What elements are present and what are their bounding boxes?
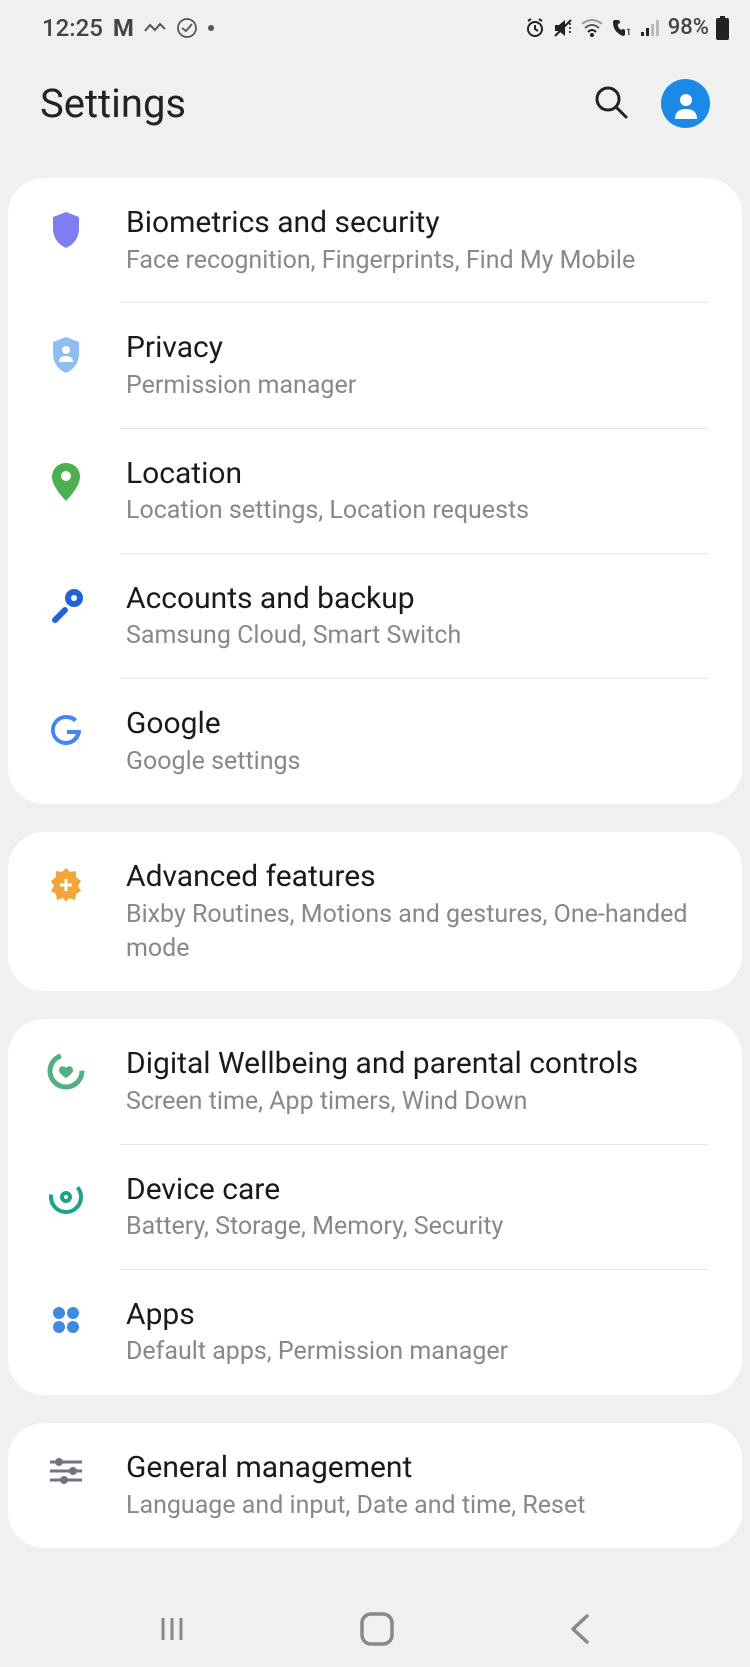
row-title: Accounts and backup xyxy=(126,580,708,618)
mute-icon xyxy=(552,17,574,39)
search-icon xyxy=(593,84,629,120)
row-subtitle: Language and input, Date and time, Reset xyxy=(126,1489,708,1523)
home-icon xyxy=(358,1610,396,1648)
person-icon xyxy=(671,89,701,119)
home-button[interactable] xyxy=(358,1610,396,1652)
key-icon xyxy=(42,580,90,626)
settings-group: Biometrics and security Face recognition… xyxy=(8,178,742,804)
back-icon xyxy=(565,1612,595,1646)
settings-row-accounts[interactable]: Accounts and backup Samsung Cloud, Smart… xyxy=(8,554,742,679)
row-subtitle: Face recognition, Fingerprints, Find My … xyxy=(126,244,708,278)
page-title: Settings xyxy=(40,80,186,127)
dot-icon xyxy=(208,25,214,31)
profile-button[interactable] xyxy=(661,79,710,128)
volte-icon: 1 xyxy=(610,17,634,39)
recents-button[interactable] xyxy=(155,1612,189,1650)
row-subtitle: Battery, Storage, Memory, Security xyxy=(126,1210,708,1244)
row-subtitle: Bixby Routines, Motions and gestures, On… xyxy=(126,898,708,966)
row-subtitle: Screen time, App timers, Wind Down xyxy=(126,1085,708,1119)
recents-icon xyxy=(155,1612,189,1646)
settings-row-google[interactable]: Google Google settings xyxy=(8,679,742,804)
status-right: 1 98% xyxy=(524,15,730,40)
settings-group: Digital Wellbeing and parental controls … xyxy=(8,1019,742,1395)
settings-group: Advanced features Bixby Routines, Motion… xyxy=(8,832,742,991)
header: Settings xyxy=(0,55,750,178)
row-title: Google xyxy=(126,705,708,743)
settings-row-location[interactable]: Location Location settings, Location req… xyxy=(8,429,742,554)
back-button[interactable] xyxy=(565,1612,595,1650)
signal-icon xyxy=(640,18,662,38)
google-icon xyxy=(42,705,90,749)
row-subtitle: Default apps, Permission manager xyxy=(126,1335,708,1369)
shield-icon xyxy=(42,204,90,250)
wellbeing-icon xyxy=(42,1045,90,1091)
gmail-icon: M xyxy=(113,14,134,42)
row-title: Location xyxy=(126,455,708,493)
settings-row-wellbeing[interactable]: Digital Wellbeing and parental controls … xyxy=(8,1019,742,1144)
settings-row-devicecare[interactable]: Device care Battery, Storage, Memory, Se… xyxy=(8,1145,742,1270)
settings-list[interactable]: Biometrics and security Face recognition… xyxy=(0,178,750,1548)
settings-row-privacy[interactable]: Privacy Permission manager xyxy=(8,303,742,428)
row-title: Biometrics and security xyxy=(126,204,708,242)
settings-row-apps[interactable]: Apps Default apps, Permission manager xyxy=(8,1270,742,1395)
search-button[interactable] xyxy=(593,84,629,124)
check-circle-icon xyxy=(176,17,198,39)
row-title: Device care xyxy=(126,1171,708,1209)
shield-user-icon xyxy=(42,329,90,375)
row-subtitle: Permission manager xyxy=(126,369,708,403)
settings-row-biometrics[interactable]: Biometrics and security Face recognition… xyxy=(8,178,742,303)
device-care-icon xyxy=(42,1171,90,1217)
sliders-icon xyxy=(42,1449,90,1487)
settings-row-general[interactable]: General management Language and input, D… xyxy=(8,1423,742,1548)
alarm-icon xyxy=(524,17,546,39)
apps-icon xyxy=(42,1296,90,1338)
status-left: 12:25 M xyxy=(42,14,214,42)
row-subtitle: Google settings xyxy=(126,745,708,779)
status-bar: 12:25 M 1 98% xyxy=(0,0,750,55)
battery-text: 98% xyxy=(668,15,709,40)
row-title: Advanced features xyxy=(126,858,708,896)
wifi-icon xyxy=(580,18,604,38)
settings-group: General management Language and input, D… xyxy=(8,1423,742,1548)
row-title: Privacy xyxy=(126,329,708,367)
status-time: 12:25 xyxy=(42,14,103,42)
row-title: General management xyxy=(126,1449,708,1487)
gear-plus-icon xyxy=(42,858,90,904)
nav-bar xyxy=(0,1595,750,1667)
settings-row-advanced[interactable]: Advanced features Bixby Routines, Motion… xyxy=(8,832,742,991)
pin-icon xyxy=(42,455,90,503)
battery-icon xyxy=(715,16,730,40)
row-subtitle: Samsung Cloud, Smart Switch xyxy=(126,619,708,653)
row-title: Digital Wellbeing and parental controls xyxy=(126,1045,708,1083)
row-title: Apps xyxy=(126,1296,708,1334)
row-subtitle: Location settings, Location requests xyxy=(126,494,708,528)
trend-icon xyxy=(144,21,166,35)
svg-text:1: 1 xyxy=(626,28,631,38)
